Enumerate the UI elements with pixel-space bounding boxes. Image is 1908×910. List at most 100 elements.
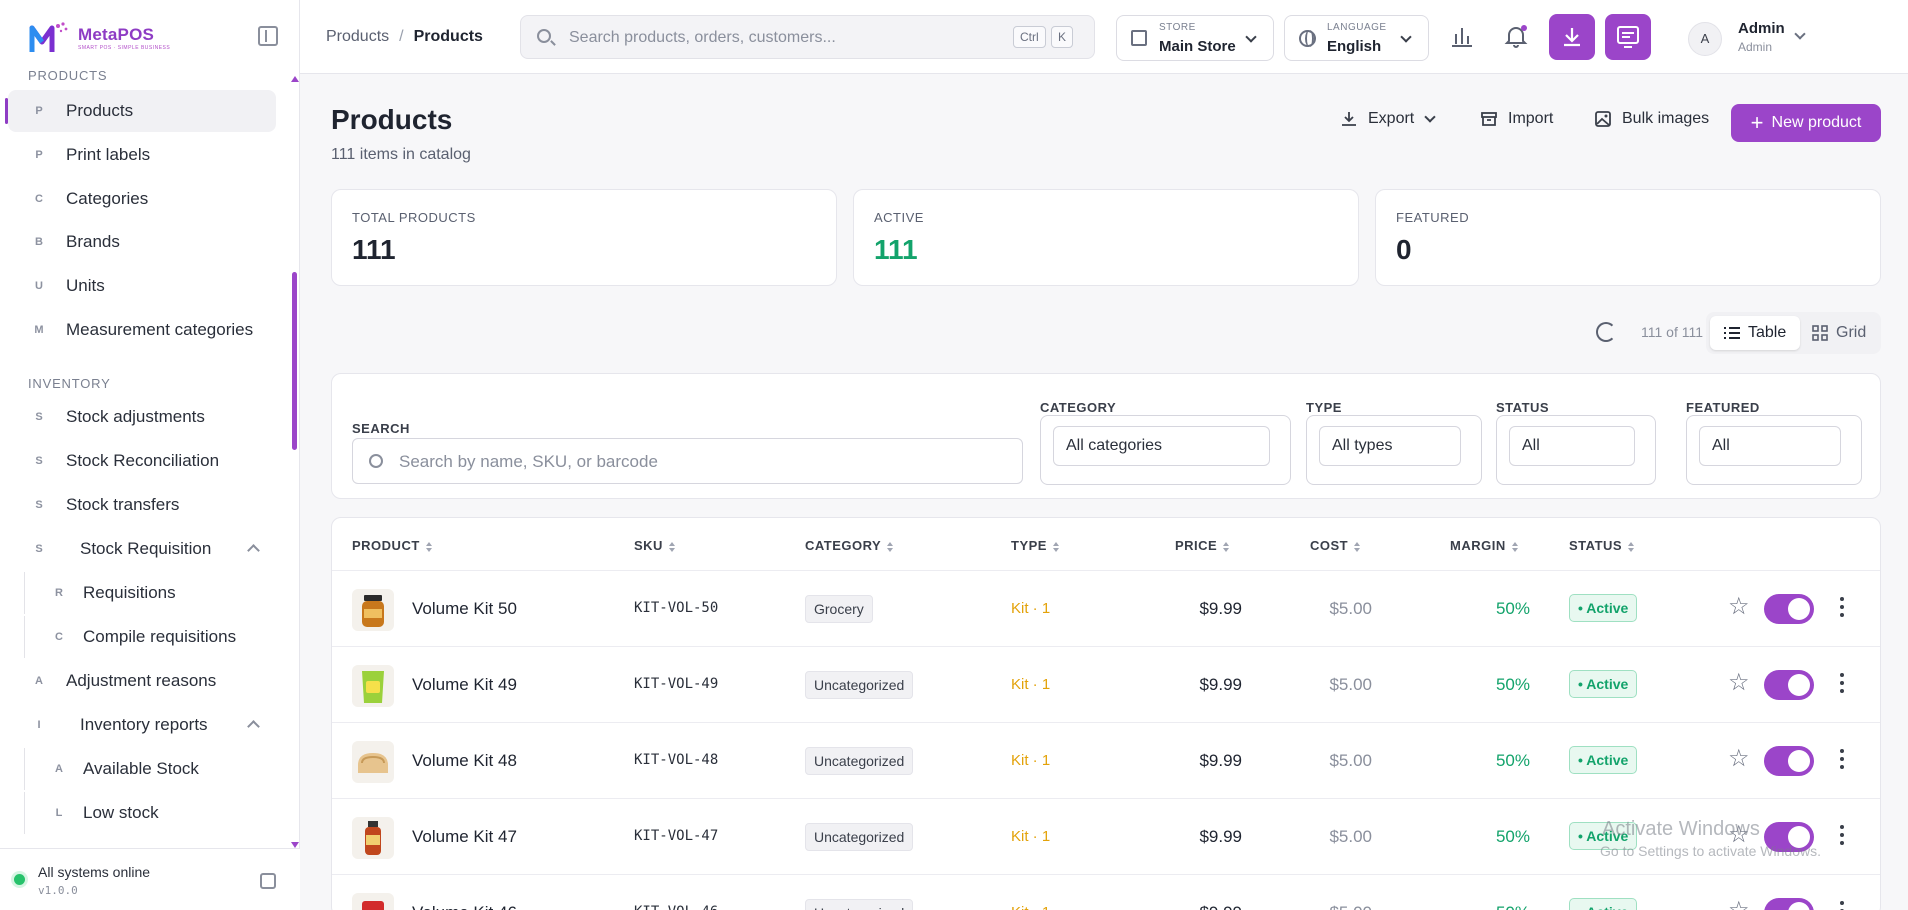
product-thumbnail[interactable] <box>352 589 394 631</box>
sidebar-item-adjustment-reasons[interactable]: A Adjustment reasons <box>8 660 276 702</box>
refresh-icon[interactable] <box>1596 322 1616 342</box>
more-options-icon[interactable] <box>1840 673 1844 695</box>
product-name[interactable]: Volume Kit 49 <box>412 675 517 695</box>
product-thumbnail[interactable] <box>352 893 394 910</box>
chevron-down-icon[interactable] <box>1794 28 1806 40</box>
more-options-icon[interactable] <box>1840 749 1844 771</box>
type-filter-value: All types <box>1319 426 1461 466</box>
star-icon[interactable]: ☆ <box>1728 899 1750 910</box>
product-thumbnail[interactable] <box>352 665 394 707</box>
column-header-status[interactable]: STATUS <box>1569 538 1635 553</box>
export-button[interactable]: Export <box>1340 110 1436 128</box>
new-product-button[interactable]: + New product <box>1731 104 1881 142</box>
sidebar-item-stock-transfers[interactable]: S Stock transfers <box>8 484 276 526</box>
sidebar-item-units[interactable]: U Units <box>8 265 276 307</box>
column-header-product[interactable]: PRODUCT <box>352 538 433 553</box>
product-search-input[interactable]: Search by name, SKU, or barcode <box>352 438 1023 484</box>
active-toggle[interactable] <box>1764 898 1814 910</box>
sidebar-collapse-icon[interactable] <box>260 873 276 889</box>
kbd-k: K <box>1051 26 1074 48</box>
status-filter-value: All <box>1509 426 1635 466</box>
product-thumbnail[interactable] <box>352 817 394 859</box>
user-role: Admin <box>1738 40 1773 54</box>
chevron-up-icon[interactable] <box>247 720 260 733</box>
featured-filter-label: FEATURED <box>1686 400 1760 415</box>
type-filter-label: TYPE <box>1306 400 1342 415</box>
type-filter-select[interactable]: All types <box>1306 415 1482 485</box>
star-icon[interactable]: ☆ <box>1728 747 1750 771</box>
global-search-input[interactable]: Search products, orders, customers... Ct… <box>520 15 1095 59</box>
search-icon <box>537 29 551 43</box>
language-selector[interactable]: LANGUAGE English <box>1284 15 1429 61</box>
category-filter-select[interactable]: All categories <box>1040 415 1291 485</box>
grid-view-button[interactable]: Grid <box>1798 316 1880 350</box>
sidebar-subitem-available-stock[interactable]: A Available Stock <box>24 748 274 790</box>
section-inventory: INVENTORY <box>28 376 111 391</box>
category-filter-label: CATEGORY <box>1040 400 1117 415</box>
sidebar-subitem-low-stock[interactable]: L Low stock <box>24 792 274 834</box>
import-label: Import <box>1508 110 1554 127</box>
user-name[interactable]: Admin <box>1738 20 1785 37</box>
sidebar-item-stock-reconciliation[interactable]: S Stock Reconciliation <box>8 440 276 482</box>
sidebar: MetaPOS SMART POS · SIMPLE BUSINESS PROD… <box>0 0 300 910</box>
bulk-images-button[interactable]: Bulk images <box>1594 110 1709 128</box>
more-options-icon[interactable] <box>1840 825 1844 847</box>
windows-watermark-sub: Go to Settings to activate Windows. <box>1600 843 1821 859</box>
brand-logo[interactable]: MetaPOS SMART POS · SIMPLE BUSINESS <box>28 18 170 58</box>
breadcrumb-parent[interactable]: Products <box>326 28 389 45</box>
avatar[interactable]: A <box>1688 22 1722 56</box>
table-view-button[interactable]: Table <box>1710 316 1801 350</box>
sidebar-item-print-labels[interactable]: P Print labels <box>8 134 276 176</box>
column-header-category[interactable]: CATEGORY <box>805 538 894 553</box>
active-toggle[interactable] <box>1764 670 1814 700</box>
featured-filter-select[interactable]: All <box>1686 415 1862 485</box>
store-selector[interactable]: STORE Main Store <box>1116 15 1274 61</box>
sidebar-item-brands[interactable]: B Brands <box>8 221 276 263</box>
analytics-icon[interactable] <box>1448 22 1476 50</box>
sidebar-item-measurement-categories[interactable]: M Measurement categories <box>8 309 276 351</box>
table-view-label: Table <box>1748 324 1787 341</box>
product-name[interactable]: Volume Kit 50 <box>412 599 517 619</box>
product-margin: 50% <box>1495 599 1530 618</box>
sidebar-item-stock-adjustments[interactable]: S Stock adjustments <box>8 396 276 438</box>
column-header-sku[interactable]: SKU <box>634 538 676 553</box>
status-filter-select[interactable]: All <box>1496 415 1656 485</box>
more-options-icon[interactable] <box>1840 901 1844 910</box>
header-label: STATUS <box>1569 538 1623 553</box>
sidebar-item-categories[interactable]: C Categories <box>8 178 276 220</box>
sidebar-item-products[interactable]: P Products <box>5 90 276 132</box>
column-header-margin[interactable]: MARGIN <box>1450 538 1519 553</box>
product-name[interactable]: Volume Kit 47 <box>412 827 517 847</box>
active-toggle[interactable] <box>1764 594 1814 624</box>
chevron-up-icon[interactable] <box>247 544 260 557</box>
sidebar-scrollbar[interactable] <box>292 272 297 450</box>
table-row[interactable]: Volume Kit 46 KIT-VOL-46 Uncategorized Kit … <box>332 875 1880 910</box>
more-options-icon[interactable] <box>1840 597 1844 619</box>
product-thumbnail[interactable] <box>352 741 394 783</box>
scroll-up-icon[interactable] <box>291 76 299 82</box>
product-name[interactable]: Volume Kit 46 <box>412 903 517 910</box>
column-header-cost[interactable]: COST <box>1310 538 1361 553</box>
stat-value: 111 <box>352 234 396 265</box>
sidebar-collapse-icon[interactable] <box>258 26 278 46</box>
pos-terminal-button[interactable] <box>1605 14 1651 60</box>
product-name[interactable]: Volume Kit 48 <box>412 751 517 771</box>
active-toggle[interactable] <box>1764 746 1814 776</box>
table-row[interactable]: Volume Kit 50 KIT-VOL-50 Grocery Kit · 1 $9.… <box>332 571 1880 647</box>
import-button[interactable]: Import <box>1480 110 1553 128</box>
column-header-price[interactable]: PRICE <box>1175 538 1230 553</box>
sidebar-item-inventory-reports[interactable]: I Inventory reports <box>8 704 276 746</box>
table-row[interactable]: Volume Kit 49 KIT-VOL-49 Uncategorized Kit … <box>332 647 1880 723</box>
language-value: English <box>1327 38 1382 55</box>
product-sku: KIT-VOL-47 <box>634 828 719 844</box>
notification-bell-icon[interactable] <box>1502 22 1530 50</box>
sidebar-subitem-requisitions[interactable]: R Requisitions <box>24 572 274 614</box>
product-price: $9.99 <box>1199 675 1242 694</box>
sidebar-subitem-compile-requisitions[interactable]: C Compile requisitions <box>24 616 274 658</box>
star-icon[interactable]: ☆ <box>1728 595 1750 619</box>
table-row[interactable]: Volume Kit 48 KIT-VOL-48 Uncategorized Kit … <box>332 723 1880 799</box>
star-icon[interactable]: ☆ <box>1728 671 1750 695</box>
column-header-type[interactable]: TYPE <box>1011 538 1060 553</box>
sidebar-item-stock-requisition[interactable]: S Stock Requisition <box>8 528 276 570</box>
download-app-button[interactable] <box>1549 14 1595 60</box>
